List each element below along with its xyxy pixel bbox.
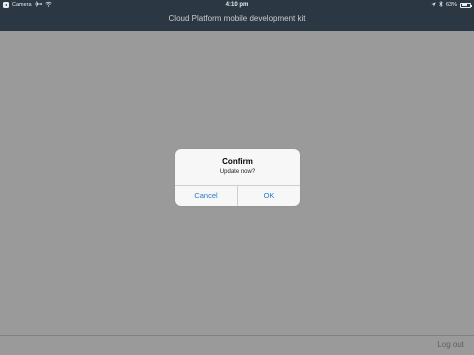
location-icon — [431, 1, 436, 9]
cancel-button[interactable]: Cancel — [175, 186, 237, 206]
page-title: Cloud Platform mobile development kit — [168, 14, 306, 23]
battery-icon — [460, 2, 472, 8]
status-time: 4:10 pm — [225, 2, 249, 8]
ok-button[interactable]: OK — [238, 186, 300, 206]
logout-button[interactable]: Log out — [437, 339, 464, 351]
status-bar: Camera 4:10 pm 63% — [0, 0, 474, 10]
dialog-title: Confirm — [222, 157, 253, 166]
app-screen: Camera 4:10 pm 63% Cloud Platform mobile… — [0, 0, 474, 355]
battery-percent: 63% — [445, 2, 457, 8]
battery-level-fill — [461, 4, 467, 6]
app-header: Camera 4:10 pm 63% Cloud Platform mobile… — [0, 0, 474, 31]
toolbar-divider — [0, 335, 474, 336]
bluetooth-icon — [439, 0, 443, 9]
dialog-message: Update now? — [219, 169, 256, 175]
status-bar-right: 63% — [431, 0, 472, 9]
confirm-dialog: Confirm Update now? Cancel OK — [175, 149, 300, 206]
